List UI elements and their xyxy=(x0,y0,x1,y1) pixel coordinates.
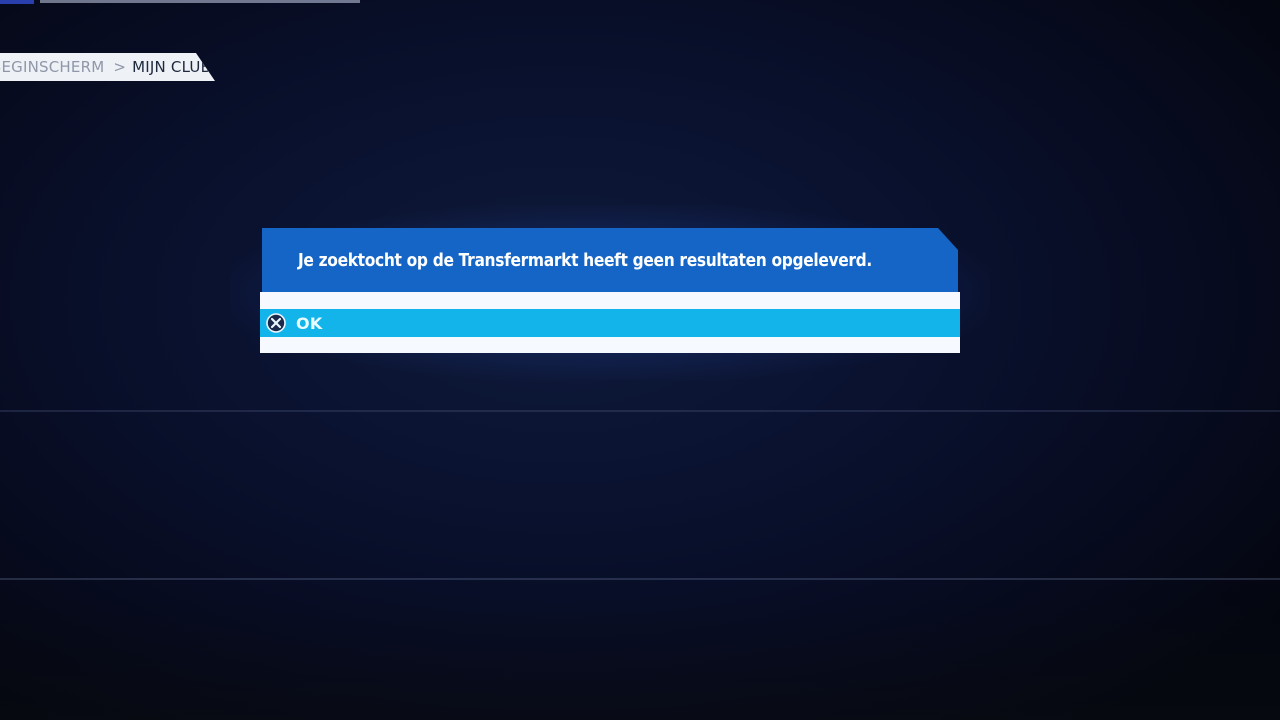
message-dialog: Je zoektocht op de Transfermarkt heeft g… xyxy=(260,228,960,353)
breadcrumb-separator: > xyxy=(113,58,127,76)
ok-label: OK xyxy=(296,313,323,333)
ok-button[interactable]: OK xyxy=(260,309,960,337)
dialog-body: OK xyxy=(260,292,960,353)
breadcrumb-item-home[interactable]: BEGINSCHERM xyxy=(0,58,104,76)
screen-vignette xyxy=(0,600,1280,720)
screen-scanline xyxy=(0,410,1280,412)
screen-scanline xyxy=(0,578,1280,580)
screen-edge-bar xyxy=(40,0,360,3)
cross-button-icon xyxy=(266,313,286,333)
breadcrumb-item-current: MIJN CLUB xyxy=(132,58,212,76)
screen-edge-accent xyxy=(0,0,34,4)
dialog-message: Je zoektocht op de Transfermarkt heeft g… xyxy=(298,249,872,271)
breadcrumb: BEGINSCHERM > MIJN CLUB xyxy=(0,53,215,81)
dialog-header: Je zoektocht op de Transfermarkt heeft g… xyxy=(262,228,958,292)
